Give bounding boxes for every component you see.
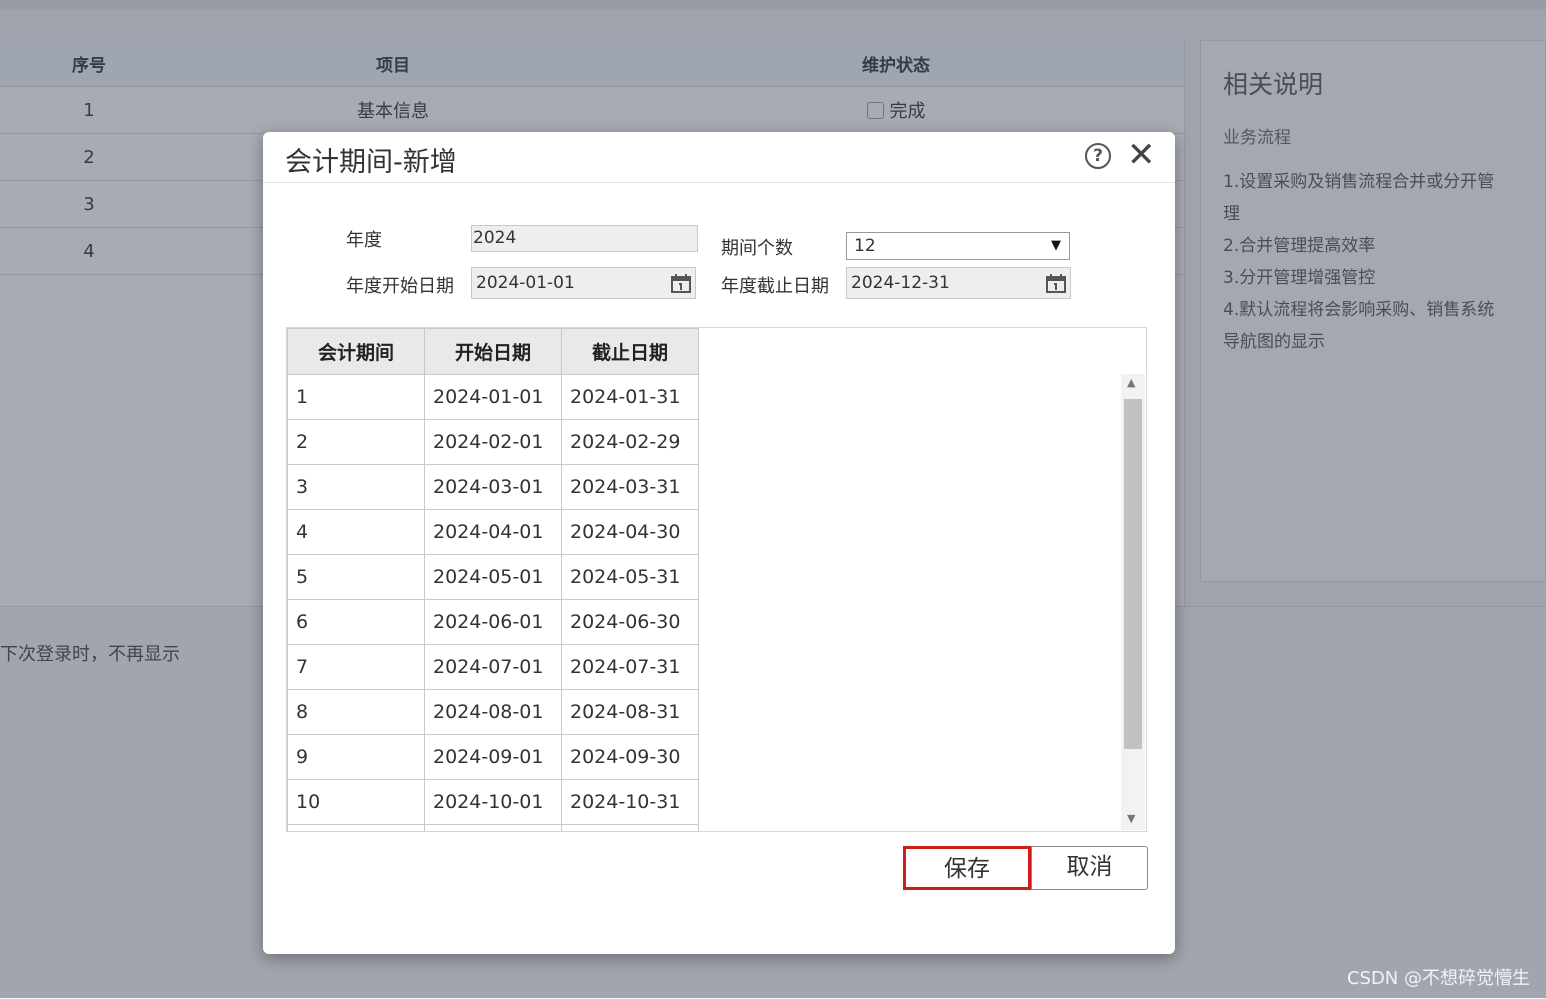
table-row[interactable]: 5 2024-05-01 2024-05-31 — [287, 554, 699, 600]
table-row[interactable]: 2 2024-02-01 2024-02-29 — [287, 419, 699, 465]
close-icon[interactable]: ✕ — [1127, 138, 1156, 172]
cancel-button[interactable]: 取消 — [1031, 846, 1148, 890]
end-cell: 2024-05-31 — [561, 554, 699, 600]
table-row[interactable] — [287, 824, 699, 831]
column-header-end[interactable]: 截止日期 — [561, 328, 699, 375]
end-cell: 2024-01-31 — [561, 374, 699, 420]
end-cell: 2024-08-31 — [561, 689, 699, 735]
period-cell: 8 — [287, 689, 425, 735]
table-row[interactable]: 7 2024-07-01 2024-07-31 — [287, 644, 699, 690]
start-cell: 2024-01-01 — [424, 374, 562, 420]
start-cell: 2024-09-01 — [424, 734, 562, 780]
dialog-header: 会计期间-新增 ? ✕ — [263, 132, 1175, 183]
period-cell: 9 — [287, 734, 425, 780]
period-table: 会计期间 开始日期 截止日期 1 2024-01-01 2024-01-31 2 20… — [287, 328, 699, 831]
end-cell: 2024-07-31 — [561, 644, 699, 690]
period-cell: 7 — [287, 644, 425, 690]
end-date-value: 2024-12-31 — [851, 273, 950, 293]
start-date-label: 年度开始日期 — [346, 276, 454, 297]
dialog-title: 会计期间-新增 — [285, 147, 457, 178]
period-cell — [287, 824, 425, 831]
column-header-period[interactable]: 会计期间 — [287, 328, 425, 375]
period-cell: 1 — [287, 374, 425, 420]
table-row[interactable]: 4 2024-04-01 2024-04-30 — [287, 509, 699, 555]
period-cell: 2 — [287, 419, 425, 465]
scrollbar-thumb[interactable] — [1124, 399, 1142, 749]
end-cell: 2024-04-30 — [561, 509, 699, 555]
period-count-select[interactable]: 12 ▼ — [846, 232, 1070, 260]
period-cell: 3 — [287, 464, 425, 510]
start-date-value: 2024-01-01 — [476, 273, 575, 293]
start-cell: 2024-08-01 — [424, 689, 562, 735]
start-cell: 2024-03-01 — [424, 464, 562, 510]
calendar-icon[interactable] — [1046, 274, 1066, 293]
period-cell: 5 — [287, 554, 425, 600]
period-cell: 10 — [287, 779, 425, 825]
dropdown-arrow-icon: ▼ — [1051, 238, 1061, 253]
help-icon[interactable]: ? — [1085, 143, 1111, 169]
table-row[interactable]: 3 2024-03-01 2024-03-31 — [287, 464, 699, 510]
start-cell: 2024-02-01 — [424, 419, 562, 465]
column-header-start[interactable]: 开始日期 — [424, 328, 562, 375]
start-date-field[interactable]: 2024-01-01 — [471, 267, 696, 299]
start-cell: 2024-10-01 — [424, 779, 562, 825]
scroll-up-icon[interactable]: ▲ — [1127, 376, 1135, 389]
table-row[interactable]: 10 2024-10-01 2024-10-31 — [287, 779, 699, 825]
year-field[interactable]: 2024 — [471, 225, 698, 252]
year-label: 年度 — [346, 230, 382, 251]
save-button[interactable]: 保存 — [903, 846, 1031, 890]
period-grid: 会计期间 开始日期 截止日期 1 2024-01-01 2024-01-31 2 20… — [286, 327, 1147, 832]
period-count-label: 期间个数 — [721, 238, 793, 259]
calendar-icon[interactable] — [671, 274, 691, 293]
period-count-value: 12 — [854, 236, 876, 256]
end-cell: 2024-03-31 — [561, 464, 699, 510]
table-row[interactable]: 9 2024-09-01 2024-09-30 — [287, 734, 699, 780]
end-cell: 2024-02-29 — [561, 419, 699, 465]
end-cell: 2024-10-31 — [561, 779, 699, 825]
end-cell: 2024-09-30 — [561, 734, 699, 780]
period-cell: 4 — [287, 509, 425, 555]
table-row[interactable]: 8 2024-08-01 2024-08-31 — [287, 689, 699, 735]
start-cell: 2024-07-01 — [424, 644, 562, 690]
table-row[interactable]: 6 2024-06-01 2024-06-30 — [287, 599, 699, 645]
start-cell: 2024-06-01 — [424, 599, 562, 645]
vertical-scrollbar[interactable]: ▲ ▼ — [1121, 374, 1145, 830]
watermark: CSDN @不想碎觉懵生 — [1346, 968, 1530, 989]
accounting-period-dialog: 会计期间-新增 ? ✕ 年度 2024 期间个数 12 ▼ 年度开始日期 202… — [263, 132, 1175, 954]
end-cell — [561, 824, 699, 831]
period-cell: 6 — [287, 599, 425, 645]
end-date-field[interactable]: 2024-12-31 — [846, 267, 1071, 299]
scroll-down-icon[interactable]: ▼ — [1127, 812, 1135, 825]
end-date-label: 年度截止日期 — [721, 276, 829, 297]
end-cell: 2024-06-30 — [561, 599, 699, 645]
start-cell — [424, 824, 562, 831]
table-row[interactable]: 1 2024-01-01 2024-01-31 — [287, 374, 699, 420]
start-cell: 2024-05-01 — [424, 554, 562, 600]
start-cell: 2024-04-01 — [424, 509, 562, 555]
